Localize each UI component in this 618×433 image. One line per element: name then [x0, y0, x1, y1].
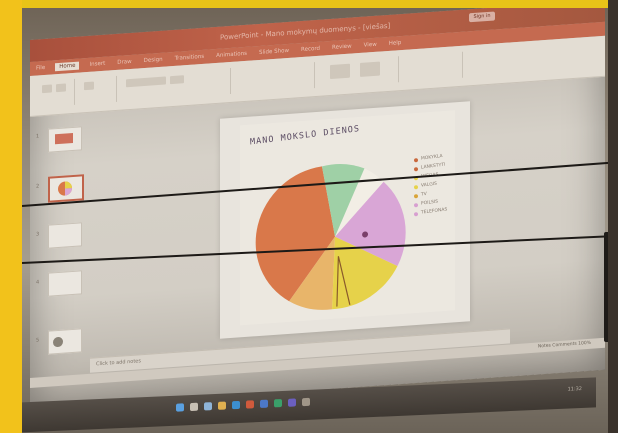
sign-in-button[interactable]: Sign in	[469, 11, 495, 23]
legend-swatch	[413, 166, 419, 172]
projected-screen: PowerPoint - Mano mokymų duomenys - [vie…	[30, 0, 605, 410]
ribbon-tab[interactable]: Review	[332, 44, 352, 51]
dark-frame-right	[608, 0, 618, 433]
ribbon-tab[interactable]: Insert	[89, 61, 105, 68]
slide-thumbnail[interactable]	[48, 328, 82, 355]
ribbon-tab[interactable]: Transitions	[175, 54, 204, 62]
ribbon-tab[interactable]: View	[364, 42, 377, 49]
legend-label: POILSIS	[420, 199, 439, 207]
edge-icon[interactable]	[232, 400, 240, 410]
ribbon-tab[interactable]: Draw	[117, 59, 131, 66]
notes-placeholder: Click to add notes	[96, 358, 141, 368]
legend-label: MOKYKLA	[420, 153, 443, 162]
ribbon-tab[interactable]: Help	[389, 40, 402, 47]
legend-label: LANKSTYTI	[420, 162, 446, 171]
shapes-icon[interactable]	[330, 63, 350, 80]
legend-label: TELEFONAS	[420, 207, 448, 216]
clock[interactable]: 11:32	[568, 386, 582, 393]
legend-label: VALGIS	[420, 181, 438, 189]
word-icon[interactable]	[260, 399, 268, 409]
task-view-icon[interactable]	[204, 402, 212, 411]
app-icon[interactable]	[302, 397, 310, 407]
font-size-select[interactable]	[170, 75, 184, 85]
thumb-number: 1	[36, 133, 40, 140]
handwritten-paper: MANO MOKSLO DIENOS MOKYKLALANKSTYTIMIEGA…	[240, 110, 455, 326]
cut-icon[interactable]	[56, 83, 66, 93]
teams-icon[interactable]	[288, 398, 296, 407]
excel-icon[interactable]	[274, 399, 282, 408]
slide-thumbnail[interactable]	[48, 126, 82, 153]
thumbnail-image-icon	[55, 132, 73, 145]
ribbon-tab[interactable]: Home	[55, 61, 80, 72]
thumb-number: 2	[36, 183, 40, 190]
ribbon-tab[interactable]: Design	[144, 57, 163, 64]
slides-group	[76, 75, 117, 105]
main-slide[interactable]: MANO MOKSLO DIENOS MOKYKLALANKSTYTIMIEGA…	[220, 101, 470, 339]
ribbon-tab[interactable]: Animations	[216, 51, 247, 59]
legend-swatch	[413, 211, 419, 217]
thumbnail-pie-icon	[58, 181, 72, 196]
thumb-number: 3	[36, 231, 40, 238]
yellow-frame-left	[0, 0, 22, 433]
yellow-frame-top	[0, 0, 618, 8]
legend-swatch	[413, 202, 419, 208]
legend-swatch	[413, 193, 419, 199]
new-slide-icon[interactable]	[84, 81, 94, 91]
ribbon-tab[interactable]: File	[36, 65, 45, 72]
start-icon[interactable]	[176, 403, 184, 412]
thumb-number: 4	[36, 279, 40, 286]
editing-group	[402, 51, 463, 82]
legend-swatch	[413, 184, 419, 190]
legend-swatch	[413, 157, 419, 163]
ribbon-tab[interactable]: Slide Show	[259, 48, 289, 56]
slide-thumbnail-selected[interactable]	[48, 174, 84, 203]
thumb-number: 5	[36, 337, 40, 344]
thumbnail-photo-icon	[53, 337, 63, 348]
file-explorer-icon[interactable]	[218, 401, 226, 410]
chart-legend: MOKYKLALANKSTYTIMIEGASVALGISTVPOILSISTEL…	[413, 152, 464, 218]
arrange-icon[interactable]	[360, 61, 380, 77]
slide-thumbnails-panel: 1 2 3 4 5	[34, 116, 86, 390]
clipboard-group	[36, 78, 75, 108]
slide-thumbnail[interactable]	[48, 222, 82, 249]
ribbon-tab[interactable]: Record	[301, 46, 320, 53]
slide-thumbnail[interactable]	[48, 270, 82, 297]
status-right: Notes Comments 100%	[537, 340, 591, 350]
powerpoint-icon[interactable]	[246, 400, 254, 409]
paragraph-group	[234, 62, 315, 94]
search-icon[interactable]	[190, 402, 198, 412]
legend-label: TV	[420, 191, 427, 198]
paste-icon[interactable]	[42, 84, 52, 94]
